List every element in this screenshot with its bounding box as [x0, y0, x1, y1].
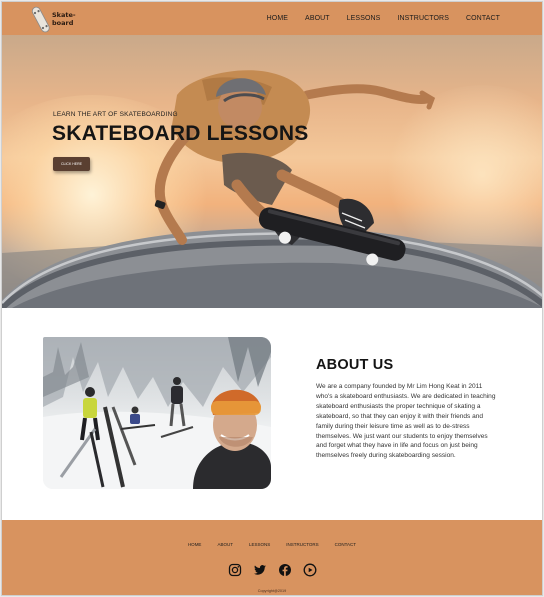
- about-text: We are a company founded by Mr Lim Hong …: [316, 383, 496, 460]
- logo-line-1: Skate-: [52, 11, 76, 19]
- page: Skate- board HOME ABOUT LESSONS INSTRUCT…: [1, 1, 543, 596]
- nav-lessons[interactable]: LESSONS: [347, 15, 381, 22]
- about-title: ABOUT US: [316, 357, 394, 373]
- logo[interactable]: Skate- board: [30, 5, 90, 33]
- facebook-icon[interactable]: [278, 562, 292, 576]
- nav-about[interactable]: ABOUT: [305, 15, 330, 22]
- main-nav: HOME ABOUT LESSONS INSTRUCTORS CONTACT: [267, 2, 500, 35]
- skiers-photo-image: [43, 337, 271, 489]
- footer-nav: HOME ABOUT LESSONS INSTRUCTORS CONTACT: [2, 542, 542, 547]
- site-footer: HOME ABOUT LESSONS INSTRUCTORS CONTACT C…: [2, 520, 542, 595]
- footer-nav-lessons[interactable]: LESSONS: [249, 542, 270, 547]
- logo-text: Skate- board: [52, 11, 76, 27]
- footer-nav-instructors[interactable]: INSTRUCTORS: [286, 542, 318, 547]
- footer-nav-home[interactable]: HOME: [188, 542, 202, 547]
- skateboard-logo-icon: [31, 6, 50, 33]
- click-here-button[interactable]: CLICK HERE: [53, 157, 90, 171]
- footer-nav-contact[interactable]: CONTACT: [335, 542, 356, 547]
- footer-nav-about[interactable]: ABOUT: [217, 542, 233, 547]
- nav-instructors[interactable]: INSTRUCTORS: [397, 15, 449, 22]
- nav-contact[interactable]: CONTACT: [466, 15, 500, 22]
- hero-skater-image: [2, 70, 542, 308]
- social-links: [2, 562, 542, 577]
- copyright-text: Copyright@2019: [257, 589, 287, 593]
- youtube-icon[interactable]: [303, 562, 317, 577]
- hero-title: SKATEBOARD LESSONS: [52, 122, 309, 145]
- hero-tagline: LEARN THE ART OF SKATEBOARDING: [53, 111, 178, 118]
- about-photo: [43, 337, 271, 489]
- nav-home[interactable]: HOME: [267, 15, 288, 22]
- site-header: Skate- board HOME ABOUT LESSONS INSTRUCT…: [2, 2, 542, 35]
- instagram-icon[interactable]: [228, 562, 242, 577]
- twitter-icon[interactable]: [253, 562, 267, 576]
- hero-banner: LEARN THE ART OF SKATEBOARDING SKATEBOAR…: [2, 35, 542, 308]
- logo-line-2: board: [52, 19, 74, 27]
